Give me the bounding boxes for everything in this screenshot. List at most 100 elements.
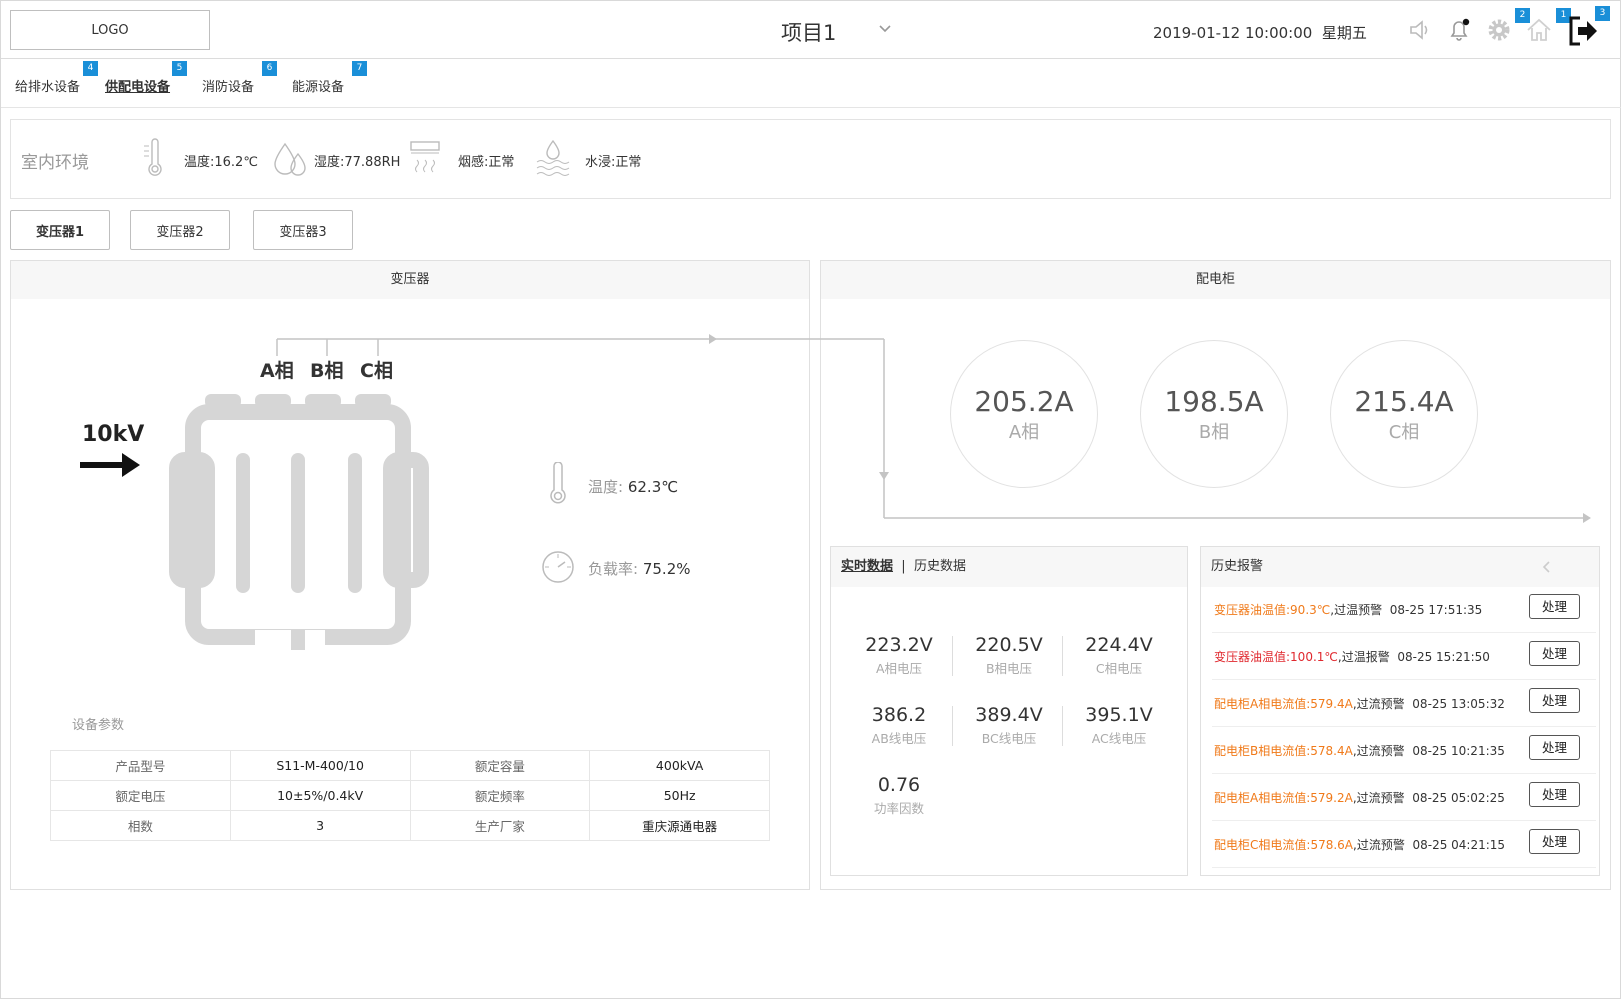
param-label: 生产厂家 [409,810,591,841]
alarm-name: 配电柜B相电流值: [1214,744,1311,758]
param-value: 50Hz [589,780,770,811]
metric-label: 功率因数 [873,801,924,816]
current-phase: C相 [1388,422,1420,443]
param-label: 相数 [50,810,231,841]
tab-history-data[interactable]: 历史数据 [914,559,966,574]
current-phase: B相 [1198,422,1230,443]
device-params-table: 产品型号 S11-M-400/10 额定容量 400kVA 额定电压 10±5%… [50,750,770,841]
metric-power-factor: 0.76 功率因数 [844,774,954,817]
alarm-desc: ,过流预警 [1352,791,1405,805]
alarm-name: 变压器油温值: [1214,603,1291,617]
chevron-left-icon[interactable] [1540,560,1554,574]
metric-value: 224.4V [1085,634,1153,656]
param-value: 3 [229,810,411,841]
alarm-item: 配电柜A相电流值:579.4A,过流预警 08-25 13:05:32 处理 [1212,680,1596,727]
alarm-value: 578.4A [1310,744,1353,758]
alarm-text: 配电柜A相电流值:579.4A,过流预警 08-25 13:05:32 [1214,695,1505,712]
param-value: 重庆源通电器 [589,810,770,841]
handle-alarm-button[interactable]: 处理 [1529,782,1580,807]
alarm-value: 100.1℃ [1290,650,1338,664]
table-row: 产品型号 S11-M-400/10 额定容量 400kVA [50,750,770,781]
transformer-temperature: 温度: 62.3℃ [588,476,678,497]
metric-value: 389.4V [975,704,1043,726]
metric-label: AC线电压 [1091,731,1147,746]
transformer-load-rate: 负载率: 75.2% [588,558,691,579]
param-value: 400kVA [589,750,770,781]
alarm-time: 08-25 13:05:32 [1412,697,1505,711]
alarm-time: 08-25 17:51:35 [1389,603,1483,617]
params-title: 设备参数 [72,718,125,733]
phase-a-label: A相 [260,360,294,382]
metric-value: 386.2 [871,704,927,726]
metric-label: A相电压 [875,661,923,676]
divider [1062,636,1063,676]
temperature-value: 62.3℃ [627,478,679,496]
phase-c-current: 215.4A C相 [1330,340,1478,488]
metric-value: 395.1V [1085,704,1153,726]
alarm-time: 08-25 04:21:15 [1412,838,1506,852]
metric-b-voltage: 220.5V B相电压 [954,634,1064,677]
metric-label: C相电压 [1095,661,1143,676]
metric-c-voltage: 224.4V C相电压 [1064,634,1174,677]
alarm-item: 配电柜C相电流值:578.6A,过流预警 08-25 04:21:15 处理 [1212,821,1596,868]
handle-alarm-button[interactable]: 处理 [1529,641,1580,666]
tab-realtime-data[interactable]: 实时数据 [841,559,893,574]
metric-label: B相电压 [985,661,1033,676]
metric-ab-voltage: 386.2 AB线电压 [844,704,954,747]
current-value: 205.2A [974,385,1074,418]
table-row: 相数 3 生产厂家 重庆源通电器 [50,810,770,841]
alarm-desc: ,过温预警 [1330,603,1383,617]
metric-a-voltage: 223.2V A相电压 [844,634,954,677]
phase-c-label: C相 [360,360,393,382]
load-rate-key: 负载率: [588,560,639,578]
metric-label: AB线电压 [871,731,927,746]
current-phase: A相 [1008,422,1040,443]
handle-alarm-button[interactable]: 处理 [1529,594,1580,619]
alarm-item: 变压器油温值:100.1℃,过温报警 08-25 15:21:50 处理 [1212,633,1596,680]
alarm-item: 配电柜A相电流值:579.2A,过流预警 08-25 05:02:25 处理 [1212,774,1596,821]
current-value: 198.5A [1164,385,1264,418]
current-value: 215.4A [1354,385,1454,418]
tab-separator: | [901,559,906,574]
thermometer-icon [550,462,566,504]
param-label: 额定电压 [50,780,231,811]
metric-value: 220.5V [975,634,1043,656]
temperature-key: 温度: [588,478,624,496]
arrow-right-icon [80,453,140,477]
param-label: 产品型号 [50,750,231,781]
handle-alarm-button[interactable]: 处理 [1529,688,1580,713]
alarm-time: 08-25 10:21:35 [1412,744,1505,758]
load-rate-value: 75.2% [642,560,691,578]
divider [952,636,953,676]
gauge-icon [542,551,574,583]
metric-value: 0.76 [877,774,921,796]
alarm-desc: ,过流预警 [1352,744,1405,758]
input-voltage-label: 10kV [82,422,145,447]
alarm-desc: ,过流预警 [1353,838,1405,852]
alarm-name: 配电柜A相电流值: [1214,697,1311,711]
transformer-icon [169,394,429,654]
handle-alarm-button[interactable]: 处理 [1529,829,1580,854]
param-value: 10±5%/0.4kV [229,780,411,811]
divider [1062,706,1063,746]
alarm-time: 08-25 15:21:50 [1397,650,1490,664]
alarm-value: 90.3℃ [1290,603,1331,617]
alarm-value: 579.2A [1310,791,1353,805]
alarm-text: 变压器油温值:100.1℃,过温报警 08-25 15:21:50 [1214,648,1490,665]
realtime-tabs: 实时数据 | 历史数据 [831,547,1187,587]
phase-b-current: 198.5A B相 [1140,340,1288,488]
alarm-item: 变压器油温值:90.3℃,过温预警 08-25 17:51:35 处理 [1212,586,1596,633]
metric-bc-voltage: 389.4V BC线电压 [954,704,1064,747]
divider [952,706,953,746]
alarm-name: 变压器油温值: [1214,650,1291,664]
metric-value: 223.2V [865,634,933,656]
phase-b-label: B相 [310,360,344,382]
alarm-text: 配电柜B相电流值:578.4A,过流预警 08-25 10:21:35 [1214,742,1505,759]
alarm-text: 配电柜A相电流值:579.2A,过流预警 08-25 05:02:25 [1214,789,1505,806]
alarm-value: 579.4A [1310,697,1353,711]
phase-a-current: 205.2A A相 [950,340,1098,488]
param-value: S11-M-400/10 [229,750,411,781]
handle-alarm-button[interactable]: 处理 [1529,735,1580,760]
alarm-text: 配电柜C相电流值:578.6A,过流预警 08-25 04:21:15 [1214,836,1505,853]
table-row: 额定电压 10±5%/0.4kV 额定频率 50Hz [50,780,770,811]
